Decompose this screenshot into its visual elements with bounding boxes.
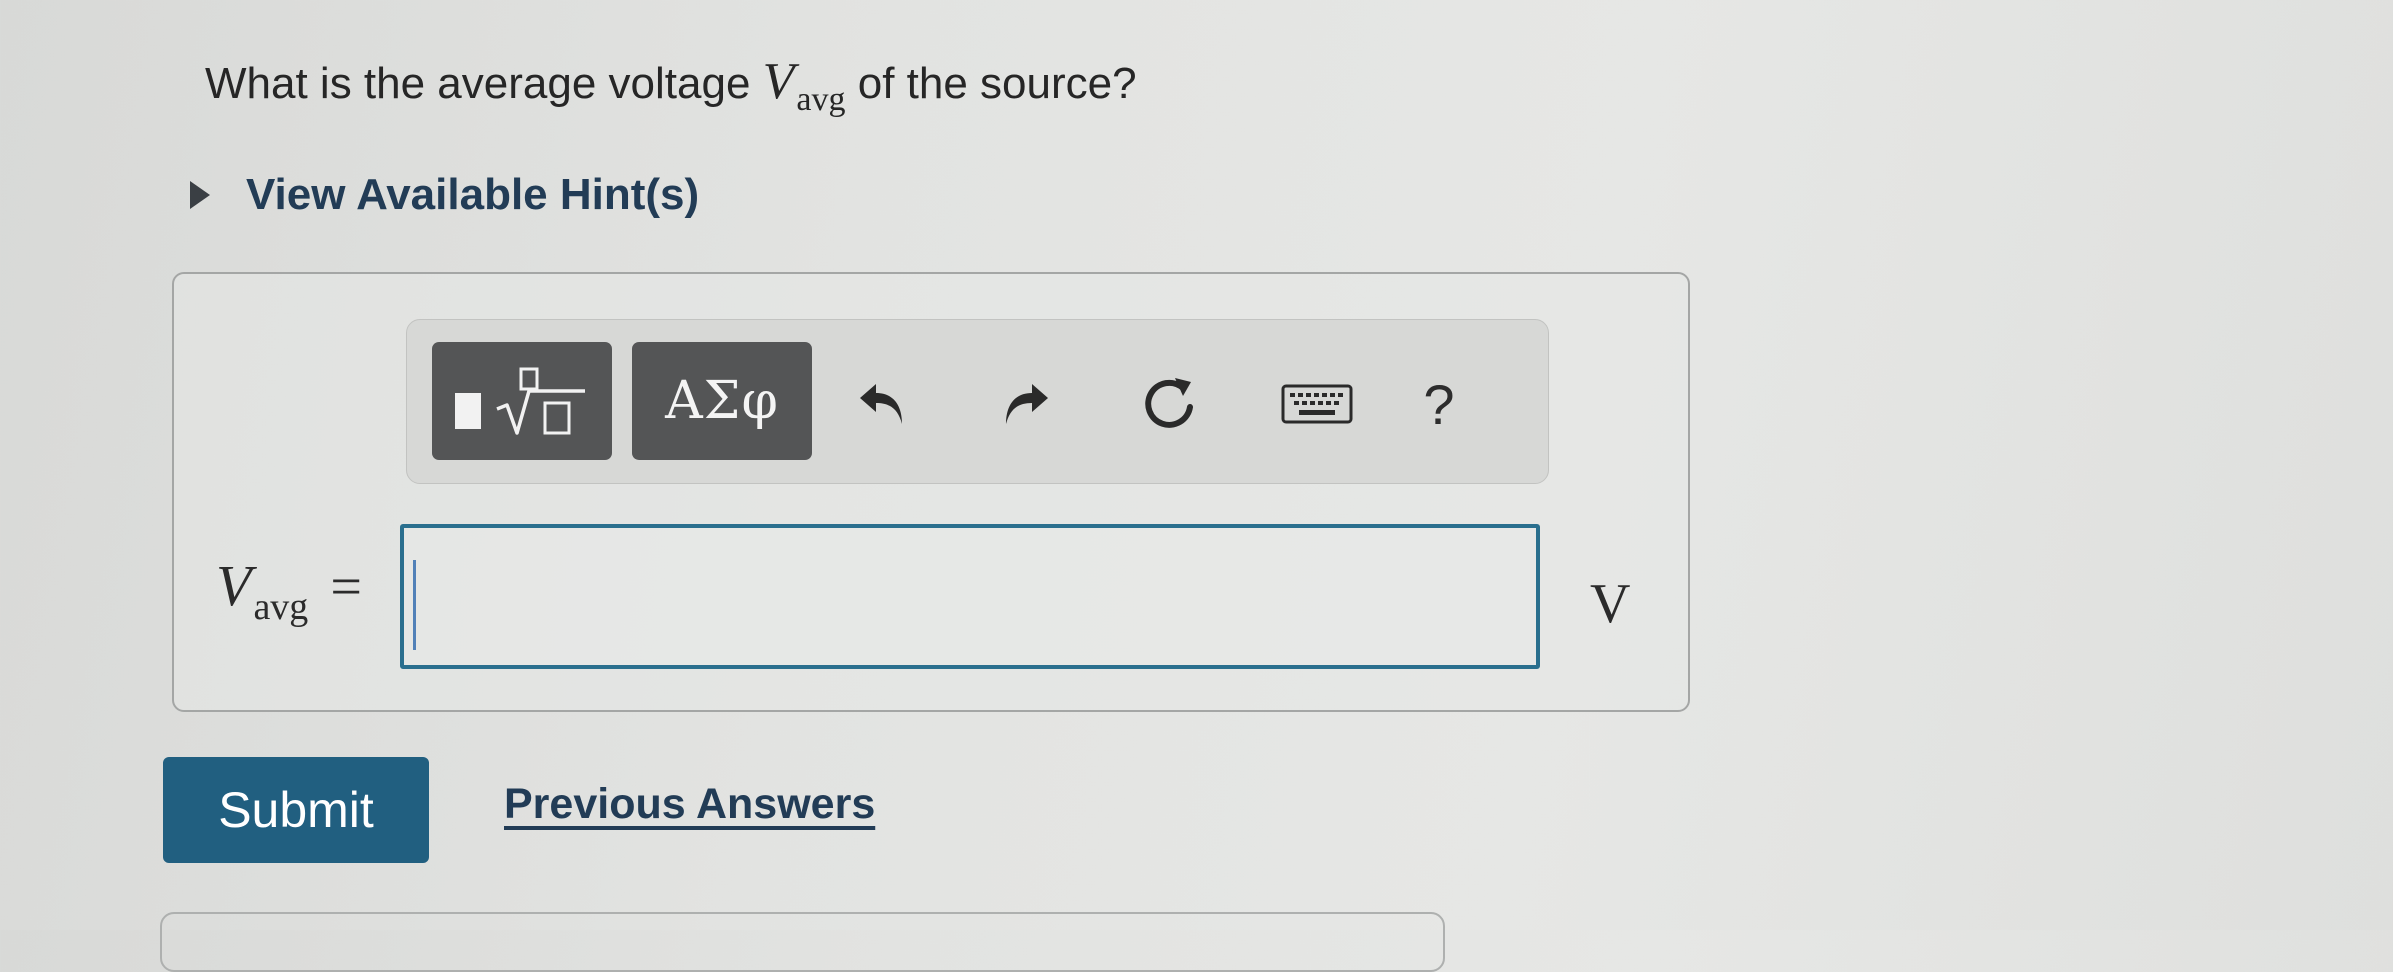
question-subscript: avg [796, 81, 846, 118]
text-cursor [413, 560, 416, 650]
question-prefix: What is the average voltage [205, 59, 763, 108]
question-suffix: of the source? [845, 59, 1137, 108]
next-section-panel [160, 912, 1445, 972]
view-hints-label: View Available Hint(s) [246, 170, 700, 219]
help-button[interactable]: ? [1407, 372, 1471, 436]
undo-button[interactable] [852, 372, 916, 436]
reset-icon [1145, 378, 1193, 428]
answer-symbol: V [216, 553, 252, 618]
view-hints-toggle[interactable]: View Available Hint(s) [190, 170, 699, 220]
keyboard-button[interactable] [1277, 372, 1357, 436]
answer-subscript: avg [253, 586, 309, 628]
redo-button[interactable] [992, 372, 1056, 436]
undo-icon [860, 384, 902, 424]
unit-label: V [1590, 573, 1631, 635]
reset-button[interactable] [1137, 372, 1201, 436]
previous-answers-link[interactable]: Previous Answers [504, 780, 875, 829]
math-toolbar: ΑΣφ ? [406, 319, 1549, 484]
templates-icon [455, 367, 585, 435]
keyboard-icon [1281, 384, 1353, 424]
greek-symbols-button[interactable]: ΑΣφ [632, 342, 812, 460]
equals-sign: = [330, 556, 362, 618]
answer-panel: ΑΣφ ? Vavg = V [172, 272, 1690, 712]
question-symbol: V [762, 53, 795, 110]
answer-input[interactable] [400, 524, 1540, 669]
caret-right-icon [190, 181, 210, 209]
redo-icon [1006, 384, 1048, 424]
templates-button[interactable] [432, 342, 612, 460]
answer-variable-label: Vavg = [216, 552, 362, 628]
question-text: What is the average voltage Vavg of the … [205, 52, 1137, 118]
submit-button[interactable]: Submit [163, 757, 429, 863]
